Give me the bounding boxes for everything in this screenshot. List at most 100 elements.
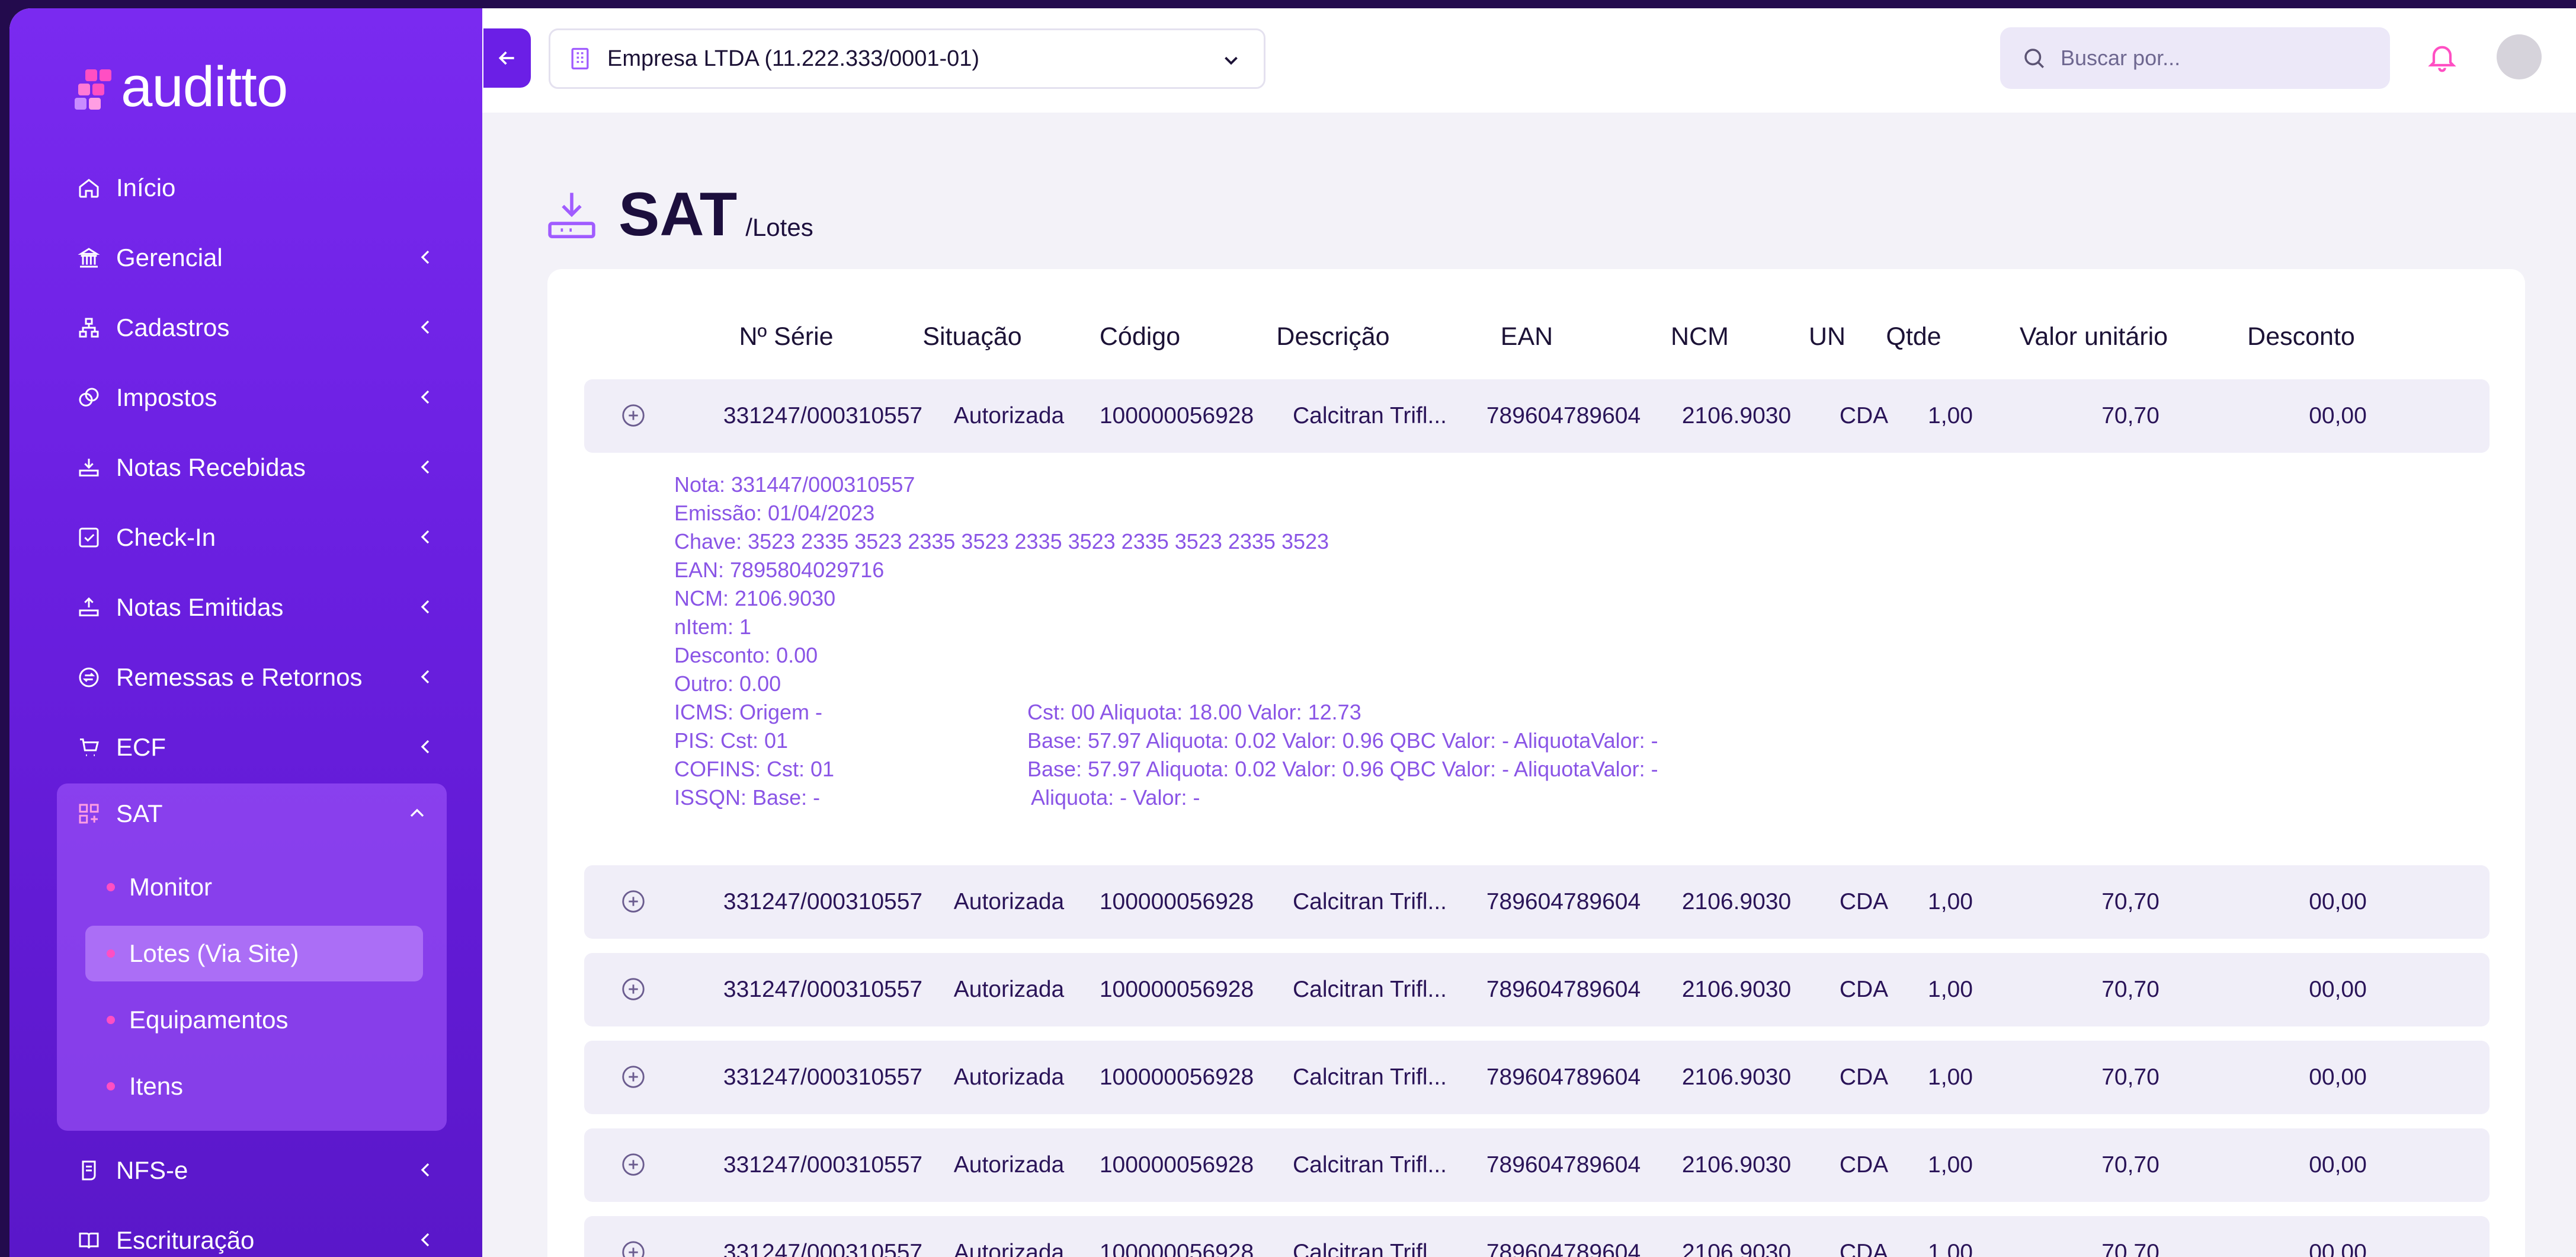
cell-desconto: 00,00 <box>2309 403 2367 428</box>
sidebar-item-notas-recebidas[interactable]: Notas Recebidas <box>75 441 437 494</box>
detail-icms-values: Cst: 00 Aliquota: 18.00 Valor: 12.73 <box>1027 700 1361 724</box>
grid-plus-icon <box>75 799 103 828</box>
page-title: SAT <box>619 180 738 249</box>
bullet-dot-icon <box>107 1082 115 1090</box>
expand-row-icon[interactable] <box>620 1239 647 1257</box>
scroll-icon <box>75 1156 103 1185</box>
cell-desconto: 00,00 <box>2309 889 2367 914</box>
sat-sub-equipamentos[interactable]: Equipamentos <box>85 992 423 1048</box>
table-row[interactable]: 331247/000310557 Autorizada 100000056928 Ca… <box>584 953 2490 1026</box>
sidebar-item-check-in[interactable]: Check-In <box>75 511 437 564</box>
sidebar-item-sat[interactable]: SAT <box>75 787 429 840</box>
chevron-up-icon <box>410 808 424 817</box>
bullet-dot-icon <box>107 883 115 891</box>
cell-desconto: 00,00 <box>2309 1240 2367 1257</box>
chevron-left-icon <box>421 600 430 614</box>
detail-line: Outro: 0.00 <box>674 671 781 696</box>
detail-issqn-values: Aliquota: - Valor: - <box>1031 785 1200 810</box>
table-row[interactable]: 331247/000310557 Autorizada 100000056928 Ca… <box>584 379 2490 453</box>
cell-desconto: 00,00 <box>2309 1064 2367 1090</box>
logo[interactable]: auditto <box>75 55 288 120</box>
logo-text: auditto <box>121 55 288 119</box>
sidebar-item-label: SAT <box>116 799 163 827</box>
expand-row-icon[interactable] <box>620 975 647 1003</box>
coins-icon <box>75 383 103 412</box>
sub-item-label: Itens <box>129 1072 184 1100</box>
detail-line: NCM: 2106.9030 <box>674 586 836 610</box>
cell-desconto: 00,00 <box>2309 977 2367 1002</box>
sat-sub-itens[interactable]: Itens <box>85 1058 423 1114</box>
exchange-icon <box>75 663 103 692</box>
expand-row-icon[interactable] <box>620 888 647 915</box>
detail-line: EAN: 7895804029716 <box>674 558 885 582</box>
sidebar-item-notas-emitidas[interactable]: Notas Emitidas <box>75 581 437 634</box>
column-header[interactable]: EAN <box>1441 322 1613 351</box>
detail-line: Nota: 331447/000310557 <box>674 472 915 497</box>
sidebar-item-gerencial[interactable]: Gerencial <box>75 231 437 284</box>
sidebar-item-remessas-retornos[interactable]: Remessas e Retornos <box>75 651 437 704</box>
building-icon <box>571 47 589 70</box>
sat-sub-lotes[interactable]: Lotes (Via Site) <box>85 926 423 981</box>
expand-row-icon[interactable] <box>620 1063 647 1090</box>
column-header[interactable]: NCM <box>1626 322 1774 351</box>
sidebar-item-ecf[interactable]: ECF <box>75 721 437 774</box>
detail-line: ISSQN: Base: - <box>674 785 821 810</box>
chevron-left-icon <box>421 250 430 264</box>
send-icon <box>75 593 103 622</box>
search-input[interactable] <box>2061 46 2357 71</box>
sub-item-label: Equipamentos <box>129 1006 289 1034</box>
chevron-down-icon <box>1225 56 1238 65</box>
column-header[interactable]: Descrição <box>1256 322 1410 351</box>
bell-icon[interactable] <box>2426 40 2459 73</box>
download-tray-icon <box>548 193 595 238</box>
bank-icon <box>75 244 103 272</box>
detail-line: Emissão: 01/04/2023 <box>674 501 875 525</box>
expand-row-icon[interactable] <box>620 402 647 429</box>
column-header[interactable]: Situação <box>904 322 1040 351</box>
bullet-dot-icon <box>107 1016 115 1024</box>
sidebar-item-label: Início <box>116 174 176 201</box>
sidebar-item-escrituracao[interactable]: Escrituração <box>75 1214 437 1257</box>
table-row[interactable]: 331247/000310557 Autorizada 100000056928 Ca… <box>584 1128 2490 1202</box>
sidebar-item-label: Notas Recebidas <box>116 453 306 481</box>
chevron-left-icon <box>421 530 430 544</box>
cart-icon <box>75 733 103 762</box>
collapse-sidebar-button[interactable] <box>483 28 531 88</box>
detail-line: nItem: 1 <box>674 615 752 639</box>
sidebar-item-impostos[interactable]: Impostos <box>75 371 437 424</box>
sub-item-label: Monitor <box>129 873 213 901</box>
column-header[interactable]: Valor unitário <box>1999 322 2189 351</box>
chevron-left-icon <box>421 1233 430 1247</box>
company-select[interactable]: Empresa LTDA (11.222.333/0001-01) <box>549 28 1265 89</box>
logo-mark-icon <box>75 66 117 110</box>
sidebar-item-label: Escrituração <box>116 1226 255 1254</box>
table-row[interactable]: 331247/000310557 Autorizada 100000056928 Ca… <box>584 865 2490 939</box>
column-header[interactable]: Desconto <box>2224 322 2378 351</box>
company-select-value: Empresa LTDA (11.222.333/0001-01) <box>607 46 980 71</box>
chevron-left-icon <box>421 670 430 684</box>
table-row[interactable]: 331247/000310557 Autorizada 100000056928 Ca… <box>584 1041 2490 1114</box>
table-row[interactable]: 331247/000310557 Autorizada 100000056928 Ca… <box>584 1216 2490 1257</box>
sidebar-item-cadastros[interactable]: Cadastros <box>75 301 437 354</box>
topbar: Empresa LTDA (11.222.333/0001-01) <box>482 8 2576 113</box>
home-icon <box>75 174 103 202</box>
hierarchy-icon <box>75 314 103 342</box>
column-header[interactable]: UN <box>1792 322 1863 351</box>
sidebar-item-inicio[interactable]: Início <box>75 161 437 215</box>
sat-submenu-panel: SAT Monitor Lotes (Via Site) Equipamento… <box>57 783 447 1131</box>
detail-pis-values: Base: 57.97 Aliquota: 0.02 Valor: 0.96 Q… <box>1027 728 1658 753</box>
sidebar-item-label: Gerencial <box>116 244 223 271</box>
app-window: auditto Início Gerencial Cadastros Impos… <box>9 8 2576 1257</box>
column-header[interactable]: Nº Série <box>706 322 866 351</box>
chevron-left-icon <box>421 740 430 754</box>
expand-row-icon[interactable] <box>620 1151 647 1178</box>
sidebar-item-label: ECF <box>116 733 166 761</box>
avatar[interactable] <box>2497 34 2542 79</box>
sidebar-item-nfse[interactable]: NFS-e <box>75 1144 437 1197</box>
column-header[interactable]: Qtde <box>1872 322 1955 351</box>
column-header[interactable]: Código <box>1057 322 1223 351</box>
detail-line: Desconto: 0.00 <box>674 643 818 667</box>
sat-sub-monitor[interactable]: Monitor <box>85 859 423 915</box>
arrow-left-icon <box>498 51 514 65</box>
chevron-left-icon <box>421 390 430 404</box>
